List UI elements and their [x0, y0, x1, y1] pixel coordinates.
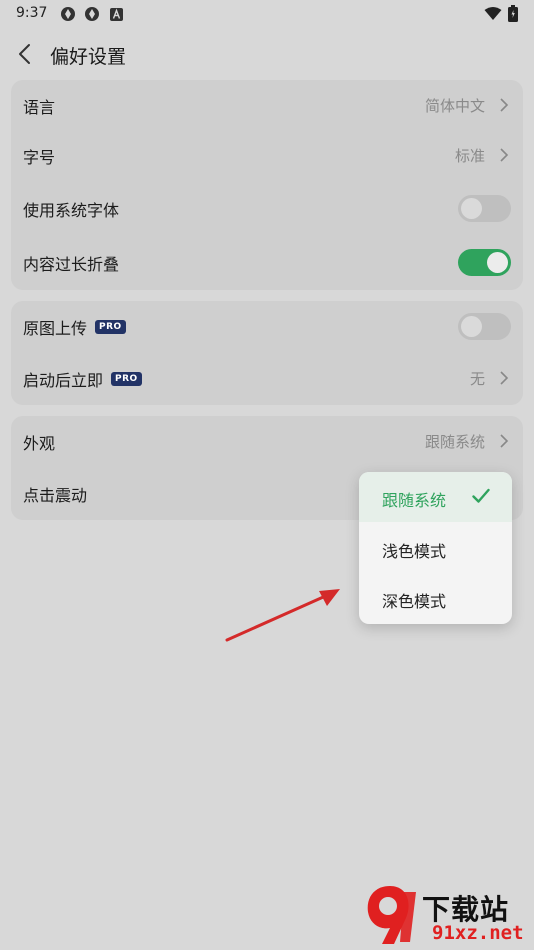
launch-immediate-label: 启动后立即 PRO: [23, 367, 142, 391]
menu-item-follow-system[interactable]: 跟随系统: [359, 472, 512, 522]
wifi-icon: [484, 6, 502, 20]
original-upload-text: 原图上传: [23, 319, 88, 338]
watermark-logo-icon: [367, 886, 416, 944]
language-row[interactable]: 语言 简体中文: [11, 80, 523, 132]
watermark-url: 91xz.net: [432, 922, 524, 944]
fold-long-content-toggle[interactable]: [458, 249, 511, 276]
appearance-row[interactable]: 外观 跟随系统: [11, 416, 523, 468]
menu-item-dark-mode[interactable]: 深色模式: [359, 573, 512, 623]
appearance-dropdown-menu: 跟随系统 浅色模式 深色模式: [359, 472, 512, 624]
battery-icon: [508, 5, 518, 22]
a-notification-icon: [110, 8, 123, 21]
fold-long-content-row: 内容过长折叠: [11, 237, 523, 289]
app-notification-icon: [61, 7, 75, 21]
toggle-knob: [487, 252, 508, 273]
toggle-knob: [461, 316, 482, 337]
appearance-label: 外观: [23, 434, 56, 453]
settings-card-general: 语言 简体中文 字号 标准 使用系统字体 内容过长折叠: [11, 80, 523, 290]
launch-immediate-text: 启动后立即: [23, 371, 104, 390]
pro-badge: PRO: [95, 320, 126, 334]
chevron-right-icon: [500, 371, 509, 385]
original-upload-label: 原图上传 PRO: [23, 315, 126, 339]
status-time: 9:37: [16, 5, 48, 21]
menu-item-label: 深色模式: [382, 592, 447, 611]
back-arrow-icon[interactable]: [14, 42, 36, 66]
font-size-row[interactable]: 字号 标准: [11, 130, 523, 182]
menu-item-label: 跟随系统: [382, 491, 447, 510]
font-size-label: 字号: [23, 148, 56, 167]
original-upload-row: 原图上传 PRO: [11, 301, 523, 353]
fold-long-content-label: 内容过长折叠: [23, 255, 120, 274]
menu-item-label: 浅色模式: [382, 542, 447, 561]
chevron-right-icon: [500, 148, 509, 162]
page-title: 偏好设置: [50, 46, 127, 68]
top-app-bar: 偏好设置: [0, 30, 534, 78]
system-font-row: 使用系统字体: [11, 183, 523, 235]
chevron-right-icon: [500, 98, 509, 112]
settings-card-pro: 原图上传 PRO 启动后立即 PRO 无: [11, 301, 523, 405]
toggle-knob: [461, 198, 482, 219]
pro-badge: PRO: [111, 372, 142, 386]
haptic-label: 点击震动: [23, 486, 88, 505]
menu-item-light-mode[interactable]: 浅色模式: [359, 523, 512, 573]
status-bar: 9:37: [0, 0, 534, 28]
status-right: [484, 5, 518, 22]
language-label: 语言: [23, 98, 56, 117]
original-upload-toggle[interactable]: [458, 313, 511, 340]
font-size-value: 标准: [454, 147, 485, 165]
appearance-value: 跟随系统: [424, 433, 485, 451]
check-icon: [472, 488, 490, 503]
system-font-label: 使用系统字体: [23, 201, 120, 220]
annotation-arrow: [225, 589, 340, 642]
chevron-right-icon: [500, 434, 509, 448]
app-notification-icon-2: [85, 7, 99, 21]
system-font-toggle[interactable]: [458, 195, 511, 222]
site-watermark: 下载站 91xz.net: [352, 880, 534, 950]
language-value: 简体中文: [424, 97, 485, 115]
launch-immediate-row[interactable]: 启动后立即 PRO 无: [11, 353, 523, 405]
launch-immediate-value: 无: [469, 370, 485, 388]
